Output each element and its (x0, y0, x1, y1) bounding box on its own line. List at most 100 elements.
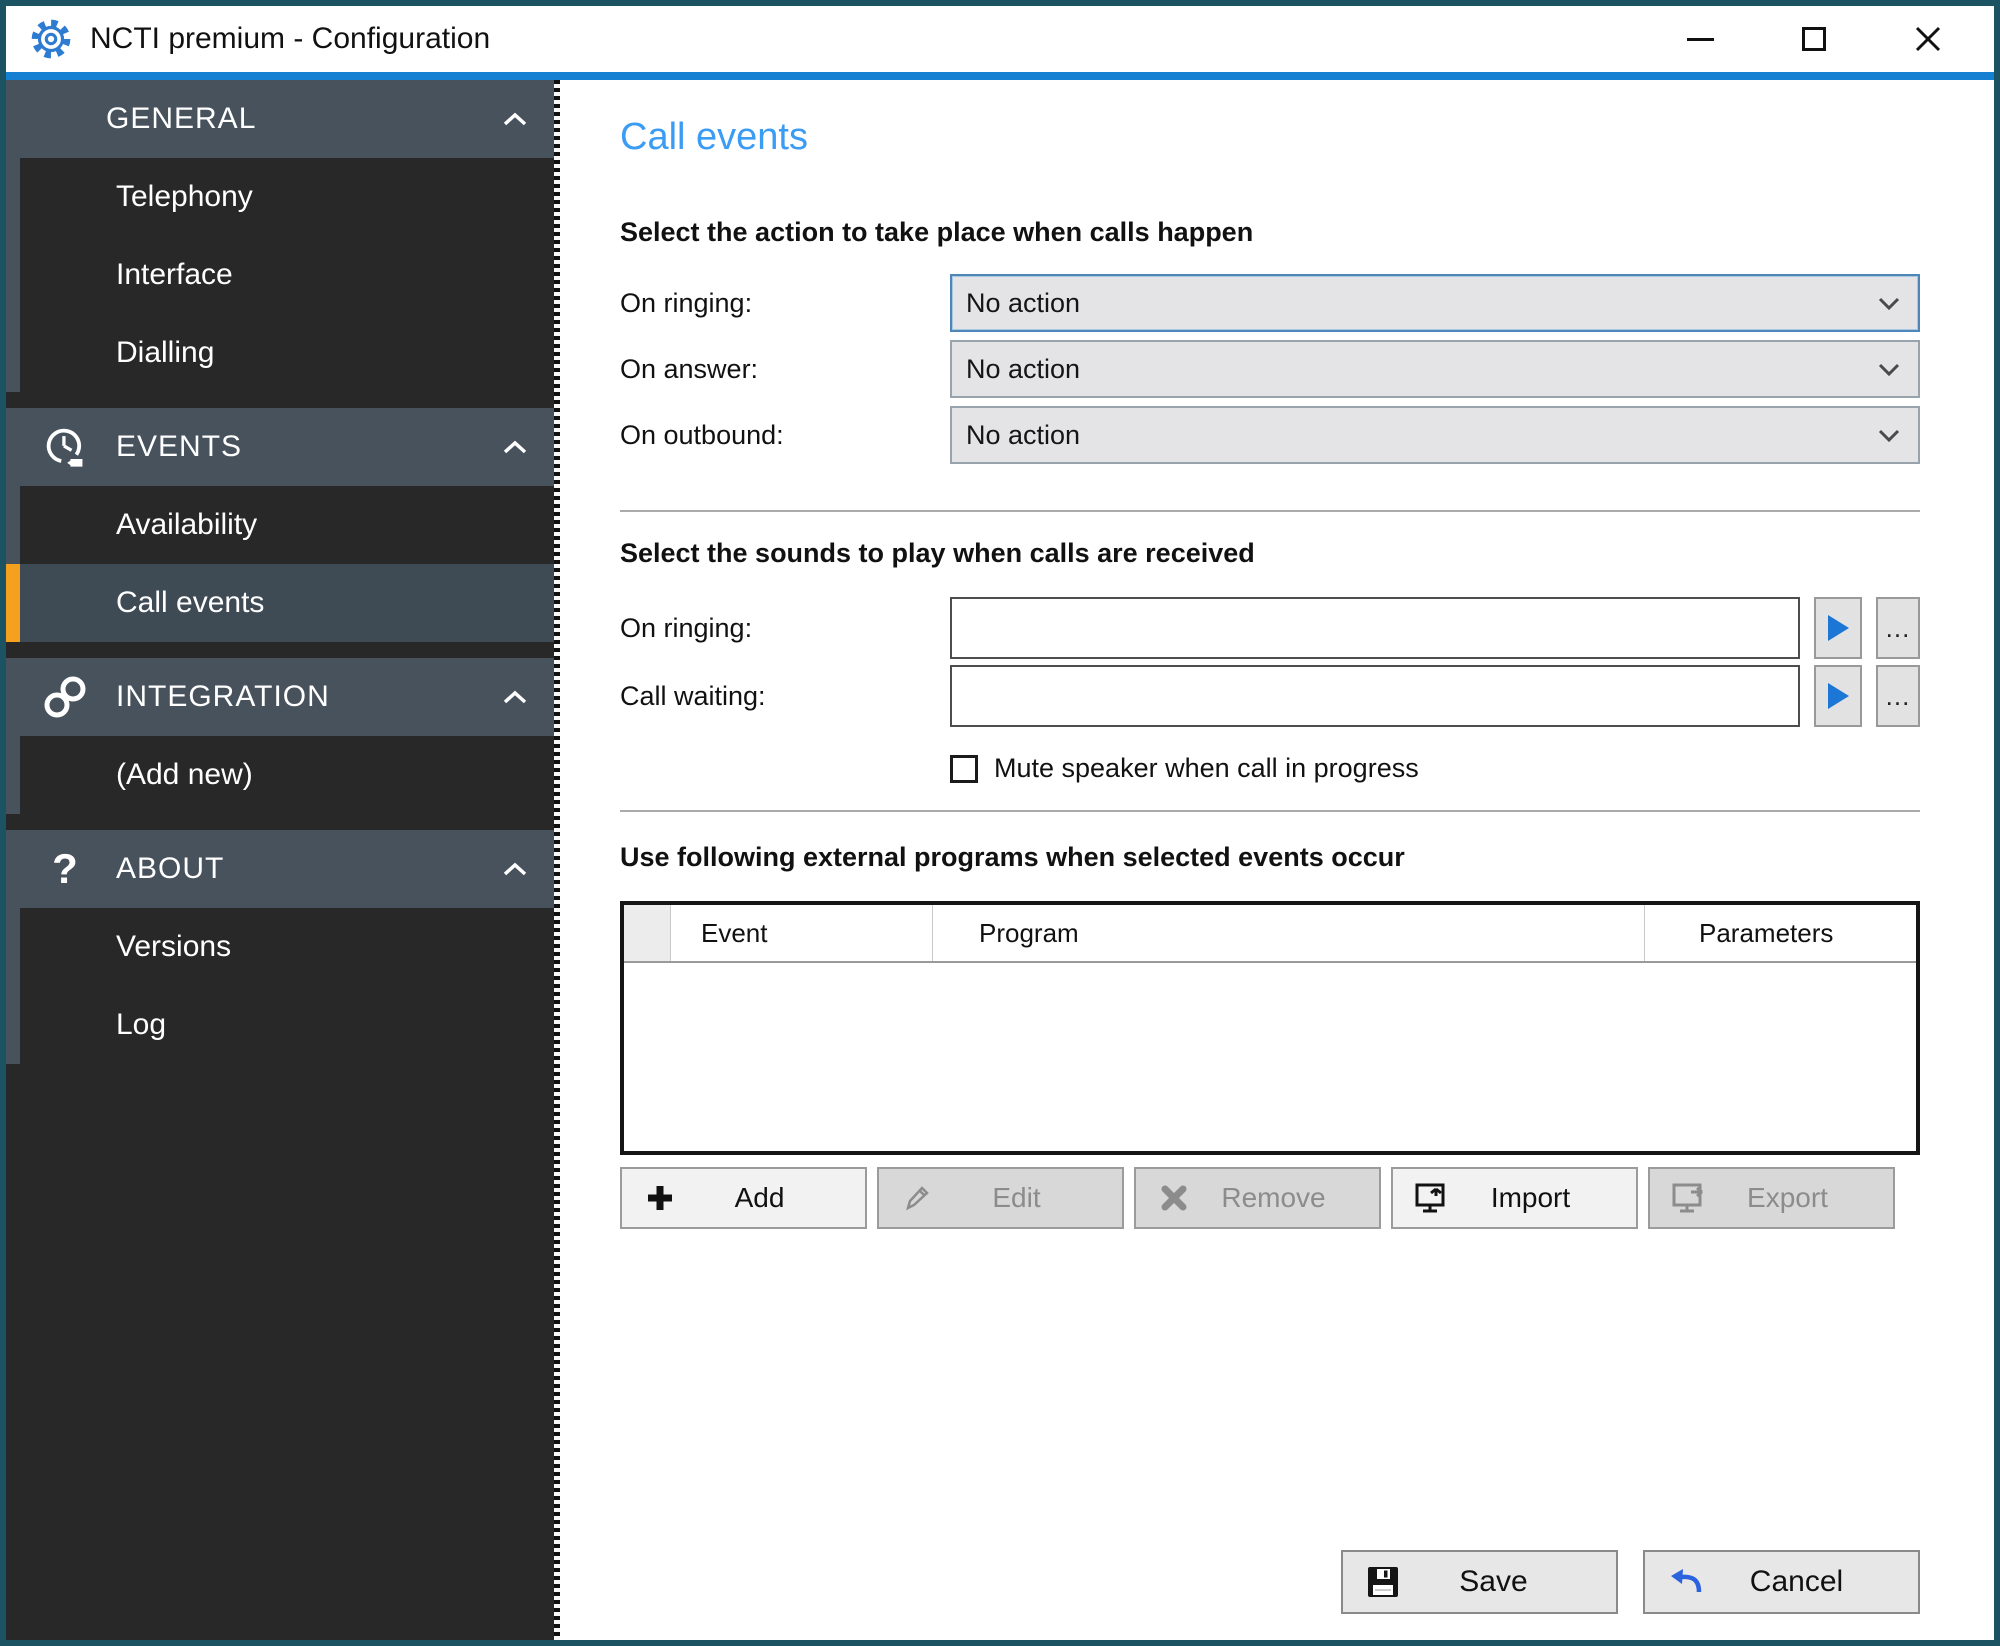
sidebar-item-label: (Add new) (116, 758, 253, 792)
item-accent-strip (6, 236, 20, 314)
titlebar-accent-line (6, 72, 1994, 80)
save-button[interactable]: Save (1341, 1550, 1618, 1614)
chain-link-icon (40, 672, 90, 722)
section-header-general[interactable]: GENERAL (6, 80, 554, 158)
chevron-down-icon (1878, 429, 1900, 442)
import-monitor-icon (1413, 1182, 1449, 1214)
on-outbound-label: On outbound: (620, 420, 950, 451)
chevron-up-icon (502, 439, 528, 455)
on-ringing-label: On ringing: (620, 288, 950, 319)
section-header-events[interactable]: EVENTS (6, 408, 554, 486)
sidebar-item-call-events[interactable]: Call events (6, 564, 554, 642)
footer-actions: Save Cancel (620, 1550, 1920, 1614)
nav-section-events: EVENTS Availability Call events (6, 408, 554, 642)
button-label: Import (1449, 1182, 1636, 1214)
item-accent-strip (6, 986, 20, 1064)
browse-ringing-sound-button[interactable]: ... (1876, 597, 1920, 659)
close-button[interactable] (1904, 15, 1952, 63)
sidebar-item-label: Telephony (116, 180, 253, 214)
programs-table-header: Event Program Parameters (624, 905, 1916, 963)
add-button[interactable]: Add (620, 1167, 867, 1229)
maximize-button[interactable] (1790, 15, 1838, 63)
nav-section-about: ? ABOUT Versions Log (6, 830, 554, 1064)
import-button[interactable]: Import (1391, 1167, 1638, 1229)
item-accent-strip (6, 736, 20, 814)
section-divider (620, 810, 1920, 812)
column-header-event[interactable]: Event (670, 905, 932, 961)
app-window: NCTI premium - Configuration (0, 0, 2000, 1646)
button-label: Cancel (1705, 1565, 1918, 1599)
button-label: Export (1706, 1182, 1893, 1214)
question-mark-icon: ? (40, 844, 90, 894)
mute-speaker-label: Mute speaker when call in progress (994, 753, 1419, 784)
cross-icon (1156, 1184, 1192, 1212)
window-controls (1676, 15, 1952, 63)
sidebar-item-label: Log (116, 1008, 166, 1042)
sidebar-item-interface[interactable]: Interface (6, 236, 554, 314)
mute-speaker-row: Mute speaker when call in progress (950, 753, 1920, 784)
section-header-integration[interactable]: INTEGRATION (6, 658, 554, 736)
button-label: Add (678, 1182, 865, 1214)
mute-speaker-checkbox[interactable] (950, 755, 978, 783)
section-label: GENERAL (106, 102, 502, 136)
cancel-button[interactable]: Cancel (1643, 1550, 1920, 1614)
minimize-button[interactable] (1676, 15, 1724, 63)
on-ringing-action-select[interactable]: No action (950, 274, 1920, 332)
sidebar-item-versions[interactable]: Versions (6, 908, 554, 986)
play-ringing-sound-button[interactable] (1814, 597, 1862, 659)
maximize-icon (1802, 27, 1826, 51)
section-label: ABOUT (116, 852, 502, 886)
sidebar-item-label: Availability (116, 508, 257, 542)
programs-table: Event Program Parameters (620, 901, 1920, 1155)
sidebar-item-log[interactable]: Log (6, 986, 554, 1064)
browse-call-waiting-sound-button[interactable]: ... (1876, 665, 1920, 727)
column-header-select[interactable] (624, 905, 670, 961)
gear-icon (28, 16, 74, 62)
chevron-up-icon (502, 111, 528, 127)
column-header-program[interactable]: Program (932, 905, 1644, 961)
sidebar-item-add-new[interactable]: (Add new) (6, 736, 554, 814)
sounds-section-heading: Select the sounds to play when calls are… (620, 538, 1920, 569)
column-header-parameters[interactable]: Parameters (1644, 905, 1916, 961)
on-ringing-action-row: On ringing: No action (620, 274, 1920, 332)
minimize-icon (1687, 38, 1714, 41)
undo-arrow-icon (1667, 1566, 1705, 1598)
programs-table-body[interactable] (624, 963, 1916, 1151)
plus-icon (642, 1183, 678, 1213)
sounds-group: On ringing: ... Call waiting: ... (620, 597, 1920, 727)
sidebar-item-telephony[interactable]: Telephony (6, 158, 554, 236)
on-answer-action-select[interactable]: No action (950, 340, 1920, 398)
play-call-waiting-sound-button[interactable] (1814, 665, 1862, 727)
section-divider (620, 510, 1920, 512)
menu-icon (40, 94, 80, 144)
actions-group: On ringing: No action On answer: No acti… (620, 274, 1920, 464)
call-waiting-sound-label: Call waiting: (620, 681, 950, 712)
window-title: NCTI premium - Configuration (90, 22, 1676, 56)
item-accent-strip (6, 908, 20, 986)
call-waiting-sound-row: Call waiting: ... (620, 665, 1920, 727)
item-accent-strip (6, 486, 20, 564)
sidebar-item-label: Interface (116, 258, 233, 292)
on-answer-label: On answer: (620, 354, 950, 385)
section-label: EVENTS (116, 430, 502, 464)
on-outbound-action-row: On outbound: No action (620, 406, 1920, 464)
programs-section-heading: Use following external programs when sel… (620, 842, 1920, 873)
on-outbound-action-select[interactable]: No action (950, 406, 1920, 464)
button-label: Save (1401, 1565, 1616, 1599)
nav-section-integration: INTEGRATION (Add new) (6, 658, 554, 814)
button-label: Edit (935, 1182, 1122, 1214)
ringing-sound-label: On ringing: (620, 613, 950, 644)
sidebar-item-availability[interactable]: Availability (6, 486, 554, 564)
sidebar-item-dialling[interactable]: Dialling (6, 314, 554, 392)
on-answer-action-row: On answer: No action (620, 340, 1920, 398)
ringing-sound-input[interactable] (950, 597, 1800, 659)
section-label: INTEGRATION (116, 680, 502, 714)
select-value: No action (966, 288, 1878, 319)
section-header-about[interactable]: ? ABOUT (6, 830, 554, 908)
actions-section-heading: Select the action to take place when cal… (620, 217, 1920, 248)
sidebar-item-label: Dialling (116, 336, 214, 370)
titlebar: NCTI premium - Configuration (6, 6, 1994, 72)
edit-button: Edit (877, 1167, 1124, 1229)
sidebar-nav: GENERAL Telephony Interface Dialling (6, 80, 554, 1640)
call-waiting-sound-input[interactable] (950, 665, 1800, 727)
